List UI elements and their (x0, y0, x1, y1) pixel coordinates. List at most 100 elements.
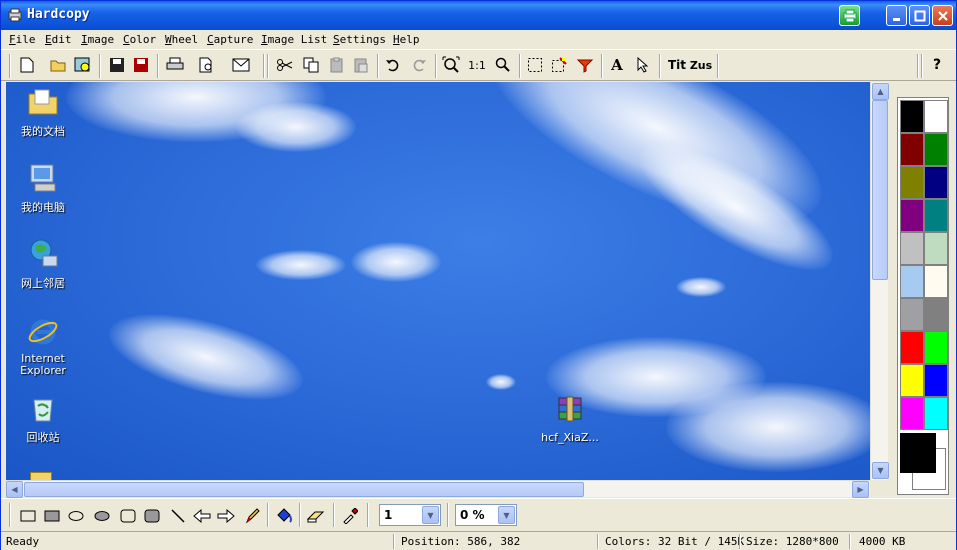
toolbar-separator (263, 54, 265, 78)
maximize-button[interactable] (909, 5, 930, 26)
desktop-icon-network-places[interactable]: 网上邻居 (8, 238, 78, 291)
color-swatch[interactable] (900, 166, 924, 199)
print-button[interactable] (165, 55, 185, 75)
desktop-icon-winrar-archive[interactable]: hcf_XiaZ... (531, 394, 609, 444)
eraser-tool-button[interactable] (305, 505, 327, 527)
title-bar[interactable]: Hardcopy (1, 1, 956, 30)
current-foreground-color[interactable] (900, 433, 936, 473)
menu-wheel[interactable]: Wheel (165, 33, 198, 46)
filled-rectangle-tool-button[interactable] (41, 505, 63, 527)
line-tool-button[interactable] (167, 505, 189, 527)
copy-button[interactable] (301, 55, 321, 75)
menu-settings[interactable]: Settings (333, 33, 386, 46)
open-button[interactable] (49, 55, 69, 75)
horizontal-scroll-thumb[interactable] (24, 482, 584, 497)
paste-button[interactable] (327, 55, 347, 75)
zoom-fit-button[interactable] (441, 55, 461, 75)
menu-capture[interactable]: Capture (207, 33, 253, 46)
color-swatch[interactable] (900, 232, 924, 265)
color-swatch[interactable] (900, 397, 924, 430)
select-rect-button[interactable] (525, 55, 545, 75)
effects-button[interactable] (575, 55, 595, 75)
arrow-left-tool-button[interactable] (191, 505, 213, 527)
email-button[interactable] (231, 55, 251, 75)
color-swatch[interactable] (900, 100, 924, 133)
vertical-scrollbar[interactable]: ▲ ▼ (870, 82, 889, 480)
pointer-tool-button[interactable] (633, 55, 653, 75)
menu-file[interactable]: File (9, 33, 36, 46)
color-swatch[interactable] (900, 331, 924, 364)
zoom-1to1-button[interactable]: 1:1 (466, 55, 488, 75)
scroll-right-arrow-icon[interactable]: ▶ (852, 481, 869, 498)
color-swatch[interactable] (900, 199, 924, 232)
color-swatch[interactable] (900, 265, 924, 298)
zus-button[interactable]: Zus (689, 55, 713, 75)
color-swatch[interactable] (900, 298, 924, 331)
save-as-button[interactable] (131, 55, 151, 75)
paste-new-button[interactable] (351, 55, 371, 75)
chevron-down-icon[interactable]: ▼ (422, 506, 439, 524)
filled-ellipse-tool-button[interactable] (91, 505, 113, 527)
fill-tool-button[interactable] (273, 505, 295, 527)
toolbar-grip (9, 503, 11, 527)
image-canvas[interactable]: 我的文档 我的电脑 网上邻居 Internet Explorer 回收站 hcf… (6, 82, 870, 480)
desktop-icon-my-documents[interactable]: 我的文档 (8, 86, 78, 139)
color-swatch[interactable] (924, 166, 948, 199)
desktop-icon-label: Internet Explorer (20, 352, 66, 377)
transparency-value: 0 % (460, 508, 485, 522)
zoom-button[interactable] (493, 55, 513, 75)
scroll-left-arrow-icon[interactable]: ◀ (6, 481, 23, 498)
scroll-up-arrow-icon[interactable]: ▲ (872, 83, 889, 100)
eyedropper-icon (343, 508, 358, 524)
maximize-icon (914, 10, 925, 21)
desktop-icon-internet-explorer[interactable]: Internet Explorer (8, 316, 78, 377)
printer-tray-button[interactable] (839, 5, 860, 26)
color-swatch[interactable] (900, 133, 924, 166)
title-button[interactable]: Tit (665, 55, 689, 75)
arrow-right-tool-button[interactable] (215, 505, 237, 527)
color-swatch[interactable] (924, 331, 948, 364)
rectangle-tool-button[interactable] (17, 505, 39, 527)
menu-image[interactable]: Image (81, 33, 114, 46)
line-width-select[interactable]: 1 ▼ (379, 504, 441, 526)
color-swatch[interactable] (924, 133, 948, 166)
help-button[interactable]: ? (927, 55, 947, 75)
cut-button[interactable] (275, 55, 295, 75)
color-picker-button[interactable] (339, 505, 361, 527)
crop-button[interactable] (549, 55, 569, 75)
print-preview-button[interactable] (197, 55, 217, 75)
color-swatch[interactable] (924, 199, 948, 232)
redo-button[interactable] (409, 55, 429, 75)
save-button[interactable] (107, 55, 127, 75)
desktop-icon-recycle-bin[interactable]: 回收站 (8, 392, 78, 445)
color-swatch[interactable] (924, 232, 948, 265)
menu-image-list[interactable]: Image List (261, 33, 327, 46)
color-swatch[interactable] (900, 364, 924, 397)
desktop-icon-my-computer[interactable]: 我的电脑 (8, 162, 78, 215)
scroll-down-arrow-icon[interactable]: ▼ (872, 462, 889, 479)
menu-edit[interactable]: Edit (45, 33, 72, 46)
menu-help[interactable]: Help (393, 33, 420, 46)
color-swatch[interactable] (924, 100, 948, 133)
pencil-tool-button[interactable] (241, 505, 263, 527)
color-swatch[interactable] (924, 298, 948, 331)
new-button[interactable] (17, 55, 37, 75)
chevron-down-icon[interactable]: ▼ (498, 506, 515, 524)
filled-rounded-rect-tool-button[interactable] (141, 505, 163, 527)
color-swatch[interactable] (924, 364, 948, 397)
arrow-left-icon (193, 509, 211, 523)
hardcopy-app-icon (8, 8, 22, 22)
vertical-scroll-thumb[interactable] (872, 100, 888, 280)
color-swatch[interactable] (924, 265, 948, 298)
text-tool-button[interactable]: A (607, 55, 627, 75)
rounded-rect-tool-button[interactable] (117, 505, 139, 527)
minimize-button[interactable] (886, 5, 907, 26)
transparency-select[interactable]: 0 % ▼ (455, 504, 517, 526)
menu-color[interactable]: Color (123, 33, 156, 46)
horizontal-scrollbar[interactable]: ◀ ▶ (6, 480, 870, 498)
ellipse-tool-button[interactable] (65, 505, 87, 527)
undo-button[interactable] (383, 55, 403, 75)
browse-button[interactable] (73, 55, 93, 75)
close-button[interactable] (932, 5, 953, 26)
color-swatch[interactable] (924, 397, 948, 430)
